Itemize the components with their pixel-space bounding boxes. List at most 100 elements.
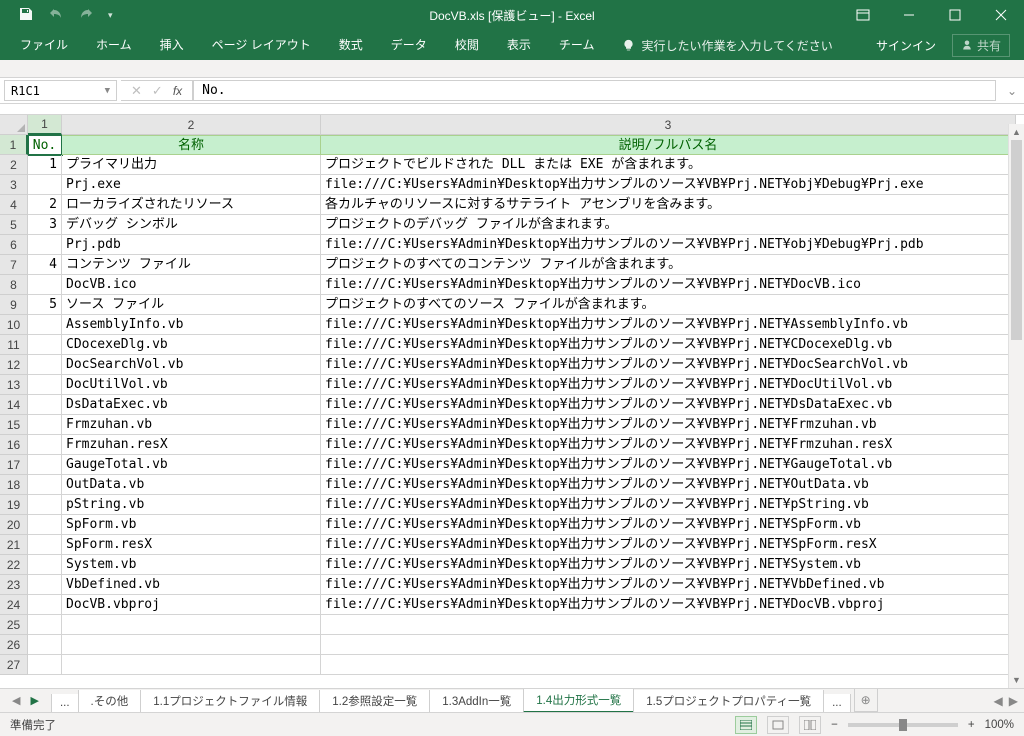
cell[interactable]: ローカライズされたリソース (62, 195, 321, 215)
cell[interactable]: DocSearchVol.vb (62, 355, 321, 375)
row-header[interactable]: 19 (0, 495, 28, 515)
sign-in-link[interactable]: サインイン (876, 37, 936, 54)
cell[interactable]: file:///C:¥Users¥Admin¥Desktop¥出力サンプルのソー… (321, 275, 1016, 295)
cell[interactable]: DocVB.vbproj (62, 595, 321, 615)
cell[interactable] (28, 335, 62, 355)
cell[interactable]: CDocexeDlg.vb (62, 335, 321, 355)
cell[interactable]: file:///C:¥Users¥Admin¥Desktop¥出力サンプルのソー… (321, 395, 1016, 415)
maximize-button[interactable] (932, 0, 978, 30)
cell[interactable]: 4 (28, 255, 62, 275)
cell[interactable]: 2 (28, 195, 62, 215)
sheet-tab-overflow-right[interactable]: ... (823, 694, 851, 713)
cell[interactable]: 3 (28, 215, 62, 235)
cell[interactable]: file:///C:¥Users¥Admin¥Desktop¥出力サンプルのソー… (321, 595, 1016, 615)
cell[interactable] (62, 615, 321, 635)
cell[interactable]: pString.vb (62, 495, 321, 515)
minimize-button[interactable] (886, 0, 932, 30)
tab-review[interactable]: 校閲 (441, 30, 493, 60)
row-header[interactable]: 11 (0, 335, 28, 355)
cell[interactable] (62, 635, 321, 655)
name-box-dropdown-icon[interactable]: ▼ (105, 86, 110, 96)
cell[interactable]: 各カルチャのリソースに対するサテライト アセンブリを含みます。 (321, 195, 1016, 215)
row-header[interactable]: 13 (0, 375, 28, 395)
cell[interactable] (321, 655, 1016, 675)
cell[interactable]: file:///C:¥Users¥Admin¥Desktop¥出力サンプルのソー… (321, 435, 1016, 455)
scroll-thumb[interactable] (1011, 140, 1022, 340)
cell[interactable] (28, 435, 62, 455)
cell[interactable] (28, 395, 62, 415)
close-button[interactable] (978, 0, 1024, 30)
cell[interactable] (28, 535, 62, 555)
row-header[interactable]: 9 (0, 295, 28, 315)
row-header[interactable]: 7 (0, 255, 28, 275)
cell[interactable]: DocVB.ico (62, 275, 321, 295)
cell[interactable]: ソース ファイル (62, 295, 321, 315)
sheet-tab[interactable]: 1.4出力形式一覧 (523, 689, 634, 713)
cell[interactable] (28, 275, 62, 295)
row-header[interactable]: 20 (0, 515, 28, 535)
scroll-down-icon[interactable]: ▼ (1009, 672, 1024, 688)
cell[interactable]: file:///C:¥Users¥Admin¥Desktop¥出力サンプルのソー… (321, 555, 1016, 575)
tab-team[interactable]: チーム (545, 30, 609, 60)
tab-home[interactable]: ホーム (82, 30, 146, 60)
cell[interactable]: file:///C:¥Users¥Admin¥Desktop¥出力サンプルのソー… (321, 575, 1016, 595)
cell[interactable]: Prj.pdb (62, 235, 321, 255)
row-header[interactable]: 15 (0, 415, 28, 435)
tab-data[interactable]: データ (377, 30, 441, 60)
cell[interactable]: プロジェクトのデバッグ ファイルが含まれます。 (321, 215, 1016, 235)
scroll-up-icon[interactable]: ▲ (1009, 124, 1024, 140)
insert-function-icon[interactable]: fx (173, 84, 182, 98)
zoom-out-button[interactable]: − (831, 719, 838, 731)
zoom-level[interactable]: 100% (985, 719, 1014, 731)
cell[interactable]: file:///C:¥Users¥Admin¥Desktop¥出力サンプルのソー… (321, 475, 1016, 495)
formula-input[interactable]: No. (193, 80, 996, 101)
zoom-slider[interactable] (848, 723, 958, 727)
cell[interactable] (28, 595, 62, 615)
row-header[interactable]: 27 (0, 655, 28, 675)
cell[interactable]: 1 (28, 155, 62, 175)
row-header[interactable]: 26 (0, 635, 28, 655)
sheet-nav-prev-icon[interactable]: ◀ (12, 694, 20, 707)
cell[interactable]: プロジェクトのすべてのソース ファイルが含まれます。 (321, 295, 1016, 315)
row-header[interactable]: 16 (0, 435, 28, 455)
cell[interactable]: デバッグ シンボル (62, 215, 321, 235)
grid-body[interactable]: No.名称説明/フルパス名1プライマリ出力プロジェクトでビルドされた DLL ま… (28, 135, 1024, 676)
row-header[interactable]: 21 (0, 535, 28, 555)
row-header[interactable]: 1 (0, 135, 28, 155)
cell[interactable]: プロジェクトでビルドされた DLL または EXE が含まれます。 (321, 155, 1016, 175)
cell[interactable] (28, 575, 62, 595)
sheet-nav-next-icon[interactable]: ▶ (30, 694, 38, 707)
cell[interactable] (28, 655, 62, 675)
cell[interactable]: プライマリ出力 (62, 155, 321, 175)
save-icon[interactable] (18, 6, 34, 25)
cell[interactable] (321, 635, 1016, 655)
cell[interactable] (28, 475, 62, 495)
cell[interactable]: file:///C:¥Users¥Admin¥Desktop¥出力サンプルのソー… (321, 415, 1016, 435)
row-header[interactable]: 24 (0, 595, 28, 615)
row-header[interactable]: 6 (0, 235, 28, 255)
expand-formula-bar-icon[interactable]: ⌄ (1000, 78, 1024, 103)
cell[interactable]: file:///C:¥Users¥Admin¥Desktop¥出力サンプルのソー… (321, 515, 1016, 535)
zoom-in-button[interactable]: + (968, 719, 975, 731)
cell[interactable]: AssemblyInfo.vb (62, 315, 321, 335)
row-header[interactable]: 22 (0, 555, 28, 575)
cell[interactable]: DocUtilVol.vb (62, 375, 321, 395)
row-header[interactable]: 2 (0, 155, 28, 175)
cell[interactable]: Prj.exe (62, 175, 321, 195)
tab-insert[interactable]: 挿入 (146, 30, 198, 60)
cell[interactable]: file:///C:¥Users¥Admin¥Desktop¥出力サンプルのソー… (321, 335, 1016, 355)
sheet-tab[interactable]: 1.3AddIn一覧 (429, 690, 524, 713)
cell[interactable] (28, 355, 62, 375)
cell[interactable]: file:///C:¥Users¥Admin¥Desktop¥出力サンプルのソー… (321, 455, 1016, 475)
cell[interactable]: GaugeTotal.vb (62, 455, 321, 475)
cell[interactable]: file:///C:¥Users¥Admin¥Desktop¥出力サンプルのソー… (321, 495, 1016, 515)
vertical-scrollbar[interactable]: ▲ ▼ (1008, 124, 1024, 688)
cell[interactable]: Frmzuhan.resX (62, 435, 321, 455)
cell[interactable] (28, 175, 62, 195)
row-header[interactable]: 12 (0, 355, 28, 375)
cell[interactable]: DsDataExec.vb (62, 395, 321, 415)
new-sheet-button[interactable]: ⊕ (854, 689, 878, 712)
select-all-button[interactable] (0, 115, 28, 135)
row-header[interactable]: 8 (0, 275, 28, 295)
cell[interactable] (28, 615, 62, 635)
